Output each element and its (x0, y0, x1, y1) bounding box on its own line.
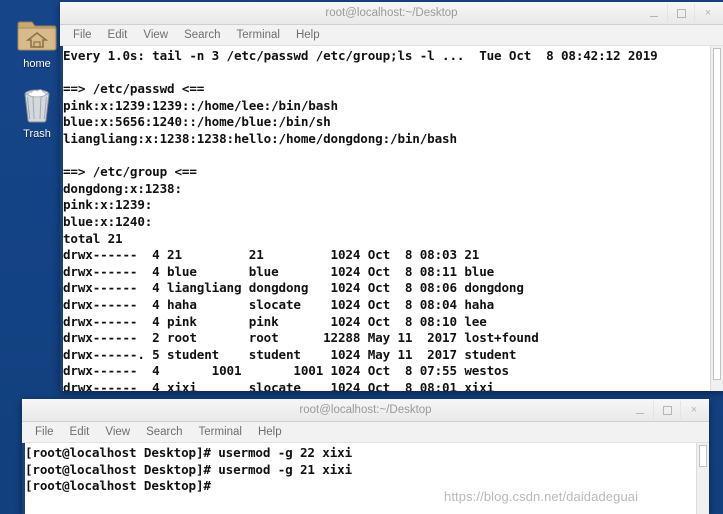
window1-title: root@localhost:~/Desktop (325, 7, 458, 19)
window1-controls: × (641, 4, 721, 22)
menu-item-view[interactable]: View (135, 25, 176, 45)
terminal-window-watch[interactable]: root@localhost:~/Desktop × File Edit Vie… (60, 2, 723, 391)
maximize-button[interactable] (653, 401, 680, 419)
close-button[interactable]: × (680, 401, 707, 419)
folder-home-icon (14, 12, 60, 56)
menu-item-edit[interactable]: Edit (100, 25, 136, 45)
minimize-button[interactable] (641, 4, 667, 22)
window1-menubar: File Edit View Search Terminal Help (60, 25, 723, 46)
desktop-icon-trash-label: Trash (23, 128, 51, 140)
window1-scrollbar[interactable] (710, 46, 723, 391)
window2-title: root@localhost:~/Desktop (299, 404, 432, 416)
window2-terminal-output: [root@localhost Desktop]# usermod -g 22 … (25, 445, 353, 494)
menu-item-terminal[interactable]: Terminal (229, 25, 288, 45)
window2-left-accent (22, 443, 25, 514)
menu-item-edit[interactable]: Edit (62, 422, 98, 442)
window2-controls: × (627, 401, 707, 419)
maximize-button[interactable] (667, 4, 694, 22)
window1-scrollbar-thumb[interactable] (713, 48, 721, 380)
desktop-icon-trash[interactable]: Trash (6, 82, 68, 141)
window2-scrollbar-thumb[interactable] (699, 445, 707, 467)
menu-item-help[interactable]: Help (250, 422, 290, 442)
window1-titlebar[interactable]: root@localhost:~/Desktop × (60, 2, 723, 25)
menu-item-search[interactable]: Search (138, 422, 190, 442)
desktop: home Trash root@localhost:~/Desktop × Fi… (0, 0, 723, 514)
window2-menubar: File Edit View Search Terminal Help (22, 422, 709, 443)
window1-left-accent (60, 46, 63, 391)
trash-can-icon (14, 82, 60, 126)
window1-terminal-body[interactable]: Every 1.0s: tail -n 3 /etc/passwd /etc/g… (60, 46, 723, 391)
watermark-url: https://blog.csdn.net/daidadeguai (444, 489, 639, 504)
minimize-button[interactable] (627, 401, 653, 419)
window2-scrollbar[interactable] (696, 443, 709, 514)
menu-item-view[interactable]: View (97, 422, 138, 442)
menu-item-file[interactable]: File (27, 422, 62, 442)
menu-item-file[interactable]: File (65, 25, 100, 45)
desktop-icon-home-label: home (23, 58, 51, 70)
menu-item-search[interactable]: Search (176, 25, 228, 45)
window2-titlebar[interactable]: root@localhost:~/Desktop × (22, 399, 709, 422)
close-button[interactable]: × (694, 4, 721, 22)
watermark-url-tail: guai (638, 489, 664, 504)
menu-item-help[interactable]: Help (288, 25, 328, 45)
menu-item-terminal[interactable]: Terminal (191, 422, 250, 442)
desktop-icon-home[interactable]: home (6, 12, 68, 71)
watermark: https://blog.csdn.net/daidadeguaiguai (444, 489, 663, 504)
window1-terminal-output: Every 1.0s: tail -n 3 /etc/passwd /etc/g… (63, 48, 658, 391)
